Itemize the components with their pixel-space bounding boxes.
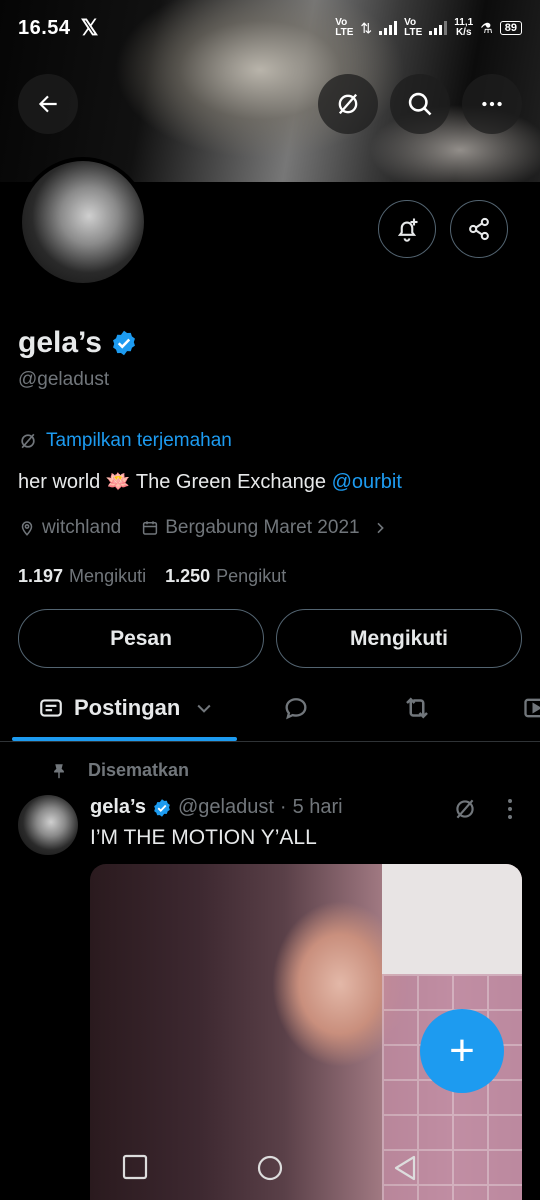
media-background-window: [382, 864, 522, 974]
translate-small-icon: [21, 433, 35, 449]
post-text: I’M THE MOTION Y’ALL: [90, 826, 317, 849]
battery-level: 89: [504, 22, 517, 34]
tab-media[interactable]: [522, 680, 540, 736]
square-icon: [122, 1154, 148, 1180]
followers-count: 1.250: [165, 566, 211, 586]
chevron-down-icon[interactable]: [194, 698, 214, 718]
more-options-button[interactable]: [462, 74, 522, 134]
circle-icon: [257, 1155, 283, 1181]
followers-link[interactable]: 1.250 Pengikut: [165, 566, 286, 586]
following-count: 1.197: [18, 566, 64, 586]
tab-posts-label: Postingan: [74, 695, 181, 720]
profile-bio: her world 🪷 The Green Exchange @ourbit: [18, 469, 402, 494]
signal-icon-2: [429, 21, 448, 35]
profile-meta[interactable]: witchland Bergabung Maret 2021: [18, 517, 388, 539]
triangle-back-icon: [394, 1155, 416, 1181]
follow-stats: 1.197 Mengikuti 1.250 Pengikut: [18, 566, 286, 587]
verified-badge-icon[interactable]: [110, 329, 138, 357]
data-arrows-icon: ⇅: [360, 20, 373, 36]
recents-button[interactable]: [122, 1154, 148, 1185]
volte-icon: Vo LTE: [335, 17, 354, 38]
post-time[interactable]: 5 hari: [293, 796, 343, 819]
joined-text: Bergabung Maret 2021: [165, 517, 360, 538]
net-speed: 11,1 K/s: [454, 18, 473, 38]
volte-icon-2: Vo LTE: [404, 17, 423, 38]
more-vertical-icon: [508, 799, 512, 819]
system-nav-bar: [0, 1140, 540, 1200]
display-name: gela’s: [18, 326, 102, 359]
bell-plus-icon: [397, 218, 418, 242]
flask-icon: ⚗: [480, 20, 493, 36]
pinned-text: Disematkan: [88, 760, 190, 780]
net-speed-unit: K/s: [455, 27, 472, 38]
following-button[interactable]: Mengikuti: [276, 609, 522, 668]
translate-link-label[interactable]: Tampilkan terjemahan: [46, 430, 232, 452]
media-icon: [524, 698, 540, 718]
translate-link[interactable]: Tampilkan terjemahan: [18, 430, 232, 452]
notifications-button[interactable]: [378, 200, 436, 258]
compose-fab[interactable]: +: [420, 1009, 504, 1093]
post-separator: ·: [279, 796, 287, 818]
tab-replies[interactable]: [282, 680, 310, 736]
following-link[interactable]: 1.197 Mengikuti: [18, 566, 146, 586]
message-button[interactable]: Pesan: [18, 609, 264, 668]
calendar-icon: [143, 521, 158, 535]
followers-label: Pengikut: [216, 566, 287, 586]
search-button[interactable]: [390, 74, 450, 134]
post-author-name[interactable]: gela’s: [90, 796, 146, 819]
post-author-avatar[interactable]: [18, 795, 78, 855]
translate-button[interactable]: [318, 74, 378, 134]
post-translate-button[interactable]: [452, 796, 478, 827]
battery-icon: 89: [499, 21, 522, 35]
post-more-button[interactable]: [502, 796, 518, 827]
post-translate-icon: [456, 799, 474, 819]
pinned-label: Disematkan: [50, 760, 189, 781]
reply-bubble-icon: [285, 698, 307, 720]
profile-name: gela’s: [18, 326, 138, 360]
repost-icon: [406, 697, 428, 719]
post-author-handle[interactable]: @geladust: [178, 796, 274, 819]
plus-icon: +: [449, 1026, 475, 1075]
tab-posts[interactable]: Postingan: [38, 680, 214, 736]
back-button[interactable]: [18, 74, 78, 134]
pin-icon: [54, 763, 64, 778]
search-icon: [408, 92, 432, 116]
profile-avatar[interactable]: [18, 157, 148, 287]
home-button[interactable]: [256, 1154, 284, 1187]
verified-badge-small-icon: [154, 798, 170, 817]
tab-reposts[interactable]: [402, 680, 432, 736]
back-nav-button[interactable]: [392, 1154, 418, 1187]
translate-icon: [338, 93, 358, 115]
more-horizontal-icon: [482, 101, 502, 107]
location-text: witchland: [42, 517, 122, 538]
posts-tab-icon: [40, 699, 62, 717]
bio-text: her world 🪷 The Green Exchange: [18, 471, 332, 493]
following-label: Mengikuti: [69, 566, 147, 586]
post-header: gela’s @geladust · 5 hari: [90, 796, 343, 819]
profile-handle: @geladust: [18, 369, 110, 390]
arrow-left-icon: [38, 95, 57, 113]
bio-mention-link[interactable]: @ourbit: [332, 471, 402, 493]
signal-icon: [379, 21, 398, 35]
profile-tabs: Postingan: [0, 680, 540, 740]
status-icons: Vo LTE ⇅ Vo LTE 11,1 K/s ⚗ 89: [335, 18, 522, 38]
tabs-divider: [0, 741, 540, 742]
status-time: 16.54: [18, 16, 71, 39]
status-bar: 16.54 𝕏 Vo LTE ⇅ Vo LTE 11,1 K/s ⚗ 89: [0, 0, 540, 56]
x-app-icon: 𝕏: [80, 15, 99, 40]
chevron-right-icon: [377, 522, 384, 534]
share-button[interactable]: [450, 200, 508, 258]
share-icon: [469, 217, 489, 241]
location-pin-icon: [21, 521, 33, 536]
